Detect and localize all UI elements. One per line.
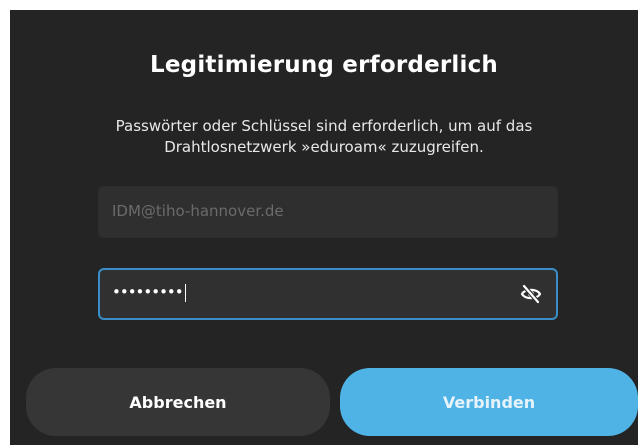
connect-button[interactable]: Verbinden	[340, 368, 638, 436]
cancel-button[interactable]: Abbrechen	[26, 368, 330, 436]
message-line-2: Drahtlosnetzwerk »eduroam« zuzugreifen.	[164, 138, 484, 156]
message-line-1: Passwörter oder Schlüssel sind erforderl…	[115, 117, 533, 135]
password-input[interactable]: •••••••••	[98, 268, 558, 320]
username-placeholder: IDM@tiho-hannover.de	[112, 202, 284, 220]
dialog-message: Passwörter oder Schlüssel sind erforderl…	[30, 116, 618, 158]
text-cursor	[184, 283, 186, 302]
auth-dialog: Legitimierung erforderlich Passwörter od…	[10, 10, 638, 445]
password-value: •••••••••	[112, 283, 186, 302]
eye-slash-icon[interactable]	[520, 283, 542, 305]
username-input[interactable]: IDM@tiho-hannover.de	[98, 186, 558, 238]
dialog-title: Legitimierung erforderlich	[150, 52, 498, 78]
